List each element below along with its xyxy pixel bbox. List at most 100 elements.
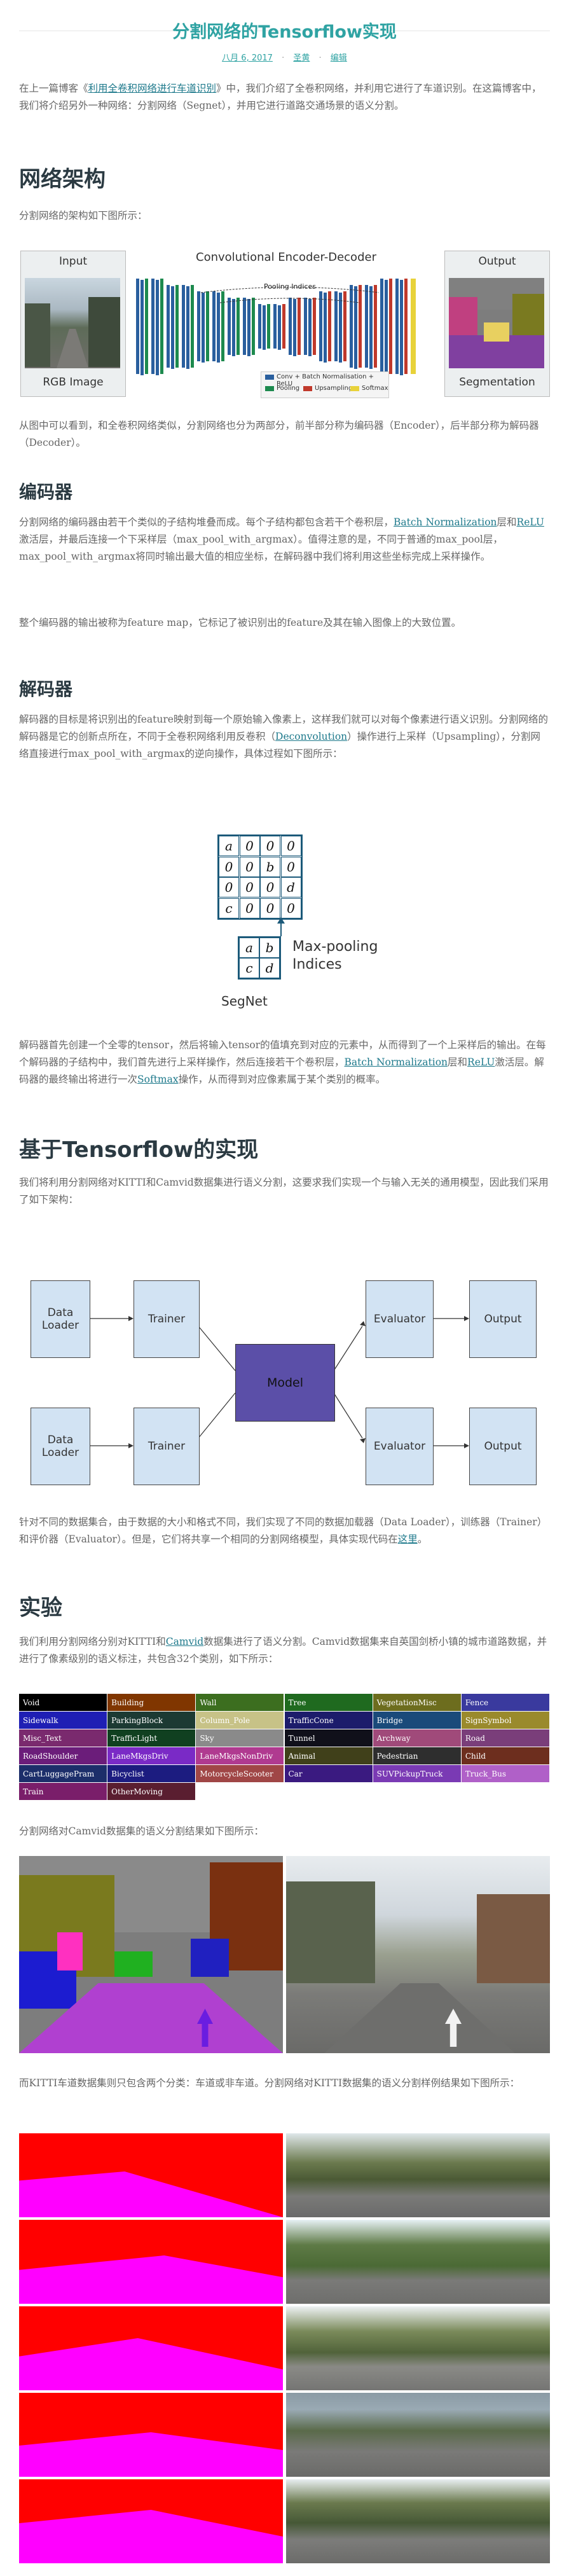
class-cell: Building — [107, 1694, 196, 1711]
pooled-matrix: abcd — [238, 936, 281, 980]
segmentation-label: Segmentation — [459, 376, 535, 389]
layer-block — [263, 305, 266, 350]
camvid-segmentation-image — [19, 1856, 283, 2053]
kitti-photo-5 — [286, 2479, 550, 2563]
input-label: Input — [58, 255, 88, 268]
layer-block — [385, 280, 388, 375]
layer-block — [151, 279, 154, 374]
output-panel: Output Segmentation — [444, 251, 550, 397]
class-cell: CartLuggagePram — [19, 1765, 107, 1782]
kitti-result-row-2 — [19, 2220, 550, 2304]
model-box: Model — [235, 1344, 335, 1422]
layer-block — [191, 285, 194, 368]
segmentation-output-image — [449, 278, 544, 368]
impl-paragraph-2: 针对不同的数据集合，由于数据的大小和格式不同，我们实现了不同的数据加载器（Dat… — [19, 1516, 547, 1545]
layer-block — [334, 291, 338, 361]
experiment-heading: 实验 — [19, 1595, 62, 1621]
max-pooling-indices-figure: a00000b0000dc000 abcd Max-pooling Indice… — [210, 827, 388, 1018]
layer-block — [182, 285, 185, 368]
class-cell: Bridge — [373, 1712, 461, 1729]
layer-block — [308, 299, 312, 356]
blog-page: 分割网络的Tensorflow实现 八月 6, 2017 · 圣黄 · 编辑 在… — [0, 0, 569, 2576]
layer-block — [171, 286, 174, 369]
camvid-class-table: Void Building Wall Tree VegetationMisc Fence S… — [19, 1694, 550, 1802]
layer-block — [243, 298, 246, 355]
layer-block — [359, 285, 362, 368]
layer-block — [282, 304, 285, 349]
layer-blocks — [136, 279, 416, 375]
pooled-cell: c — [239, 958, 259, 978]
class-cell: Sky — [196, 1729, 284, 1747]
relu-link-2[interactable]: ReLU — [467, 1056, 495, 1068]
layer-block — [160, 279, 163, 374]
layer-block — [289, 298, 292, 355]
rgb-input-image — [25, 278, 120, 368]
layer-block — [167, 285, 170, 368]
layer-block — [374, 285, 377, 368]
softmax-link[interactable]: Softmax — [137, 1074, 179, 1085]
batchnorm-link[interactable]: Batch Normalization — [394, 516, 497, 528]
legend-swatch-up — [303, 386, 312, 391]
encoder-paragraph-2: 整个编码器的输出被称为feature map，它标记了被识别出的feature及… — [19, 617, 462, 628]
kitti-segmentation-2 — [19, 2220, 283, 2304]
encoder-decoder-title: Convolutional Encoder-Decoder — [196, 251, 376, 264]
layer-block — [369, 286, 373, 369]
class-cell: Truck_Bus — [461, 1765, 549, 1782]
layer-block — [212, 291, 216, 361]
class-cell: Train — [19, 1783, 107, 1800]
kitti-segmentation-4 — [19, 2393, 283, 2477]
code-link[interactable]: 这里 — [398, 1534, 418, 1545]
layer-block — [217, 293, 220, 363]
edit-link[interactable]: 编辑 — [331, 53, 347, 63]
layer-block — [380, 279, 383, 374]
kitti-result-row-1 — [19, 2133, 550, 2217]
encoder-paragraph-1: 分割网络的编码器由若干个类似的子结构堆叠而成。每个子结构都包含若干个卷积层，Ba… — [19, 516, 544, 562]
class-cell: LaneMkgsNonDriv — [196, 1747, 284, 1764]
layer-block — [206, 291, 209, 361]
class-cell: Archway — [373, 1729, 461, 1747]
camvid-photo — [286, 1856, 550, 2053]
layer-block — [324, 293, 327, 363]
page-title: 分割网络的Tensorflow实现 — [172, 22, 397, 42]
camvid-link[interactable]: Camvid — [166, 1636, 203, 1647]
batchnorm-link-2[interactable]: Batch Normalization — [345, 1056, 448, 1068]
decoder-paragraph-2: 解码器首先创建一个全零的tensor，然后将输入tensor的值填充到对应的元素… — [19, 1039, 546, 1085]
post-date-link[interactable]: 八月 6, 2017 — [222, 53, 273, 63]
class-cell: Car — [284, 1765, 373, 1782]
camvid-result-figure — [19, 1856, 550, 2053]
max-pooling-label: Max-pooling — [292, 939, 378, 955]
author-link[interactable]: 圣黄 — [293, 53, 310, 63]
class-cell: Road — [461, 1729, 549, 1747]
layer-block — [304, 298, 307, 355]
camvid-result-paragraph: 分割网络对Camvid数据集的语义分割结果如下图所示： — [19, 1825, 264, 1837]
relu-link[interactable]: ReLU — [517, 516, 544, 528]
meta-sep: · — [319, 53, 322, 63]
kitti-result-row-4 — [19, 2393, 550, 2477]
post-meta: 八月 6, 2017 · 圣黄 · 编辑 — [0, 51, 569, 63]
class-cell: Pedestrian — [373, 1747, 461, 1764]
class-cell: Wall — [196, 1694, 284, 1711]
intro-section: 在上一篇博客《利用全卷积网络进行车道识别》中，我们介绍了全卷积网络，并利用它进行… — [19, 80, 550, 114]
impl-paragraph: 我们将利用分割网络对KITTI和Camvid数据集进行语义分割，这要求我们实现一… — [19, 1177, 549, 1205]
class-cell: OtherMoving — [107, 1783, 196, 1800]
class-cell: Fence — [461, 1694, 549, 1711]
class-cell: Column_Pole — [196, 1712, 284, 1729]
kitti-segmentation-3 — [19, 2306, 283, 2390]
impl-heading: 基于Tensorflow的实现 — [19, 1137, 259, 1163]
layer-block — [258, 304, 261, 349]
output-box-2: Output — [469, 1408, 537, 1485]
class-cell: VegetationMisc — [373, 1694, 461, 1711]
legend-pool: Pooling — [277, 385, 300, 392]
deconvolution-link[interactable]: Deconvolution — [275, 731, 347, 742]
trainer-box-2: Trainer — [134, 1408, 200, 1485]
kitti-segmentation-1 — [19, 2133, 283, 2217]
kitti-result-row-5 — [19, 2479, 550, 2563]
arch-intro: 分割网络的架构如下图所示： — [19, 210, 147, 221]
arch-paragraph: 从图中可以看到，和全卷积网络类似，分割网络也分为两部分，前半部分称为编码器（En… — [19, 420, 539, 448]
prev-post-link[interactable]: 利用全卷积网络进行车道识别 — [88, 83, 217, 94]
class-cell: ParkingBlock — [107, 1712, 196, 1729]
class-cell: Child — [461, 1747, 549, 1764]
pooled-cell: a — [239, 938, 259, 958]
pooling-indices-label: Pooling Indices — [264, 282, 316, 291]
layer-block — [232, 299, 235, 356]
